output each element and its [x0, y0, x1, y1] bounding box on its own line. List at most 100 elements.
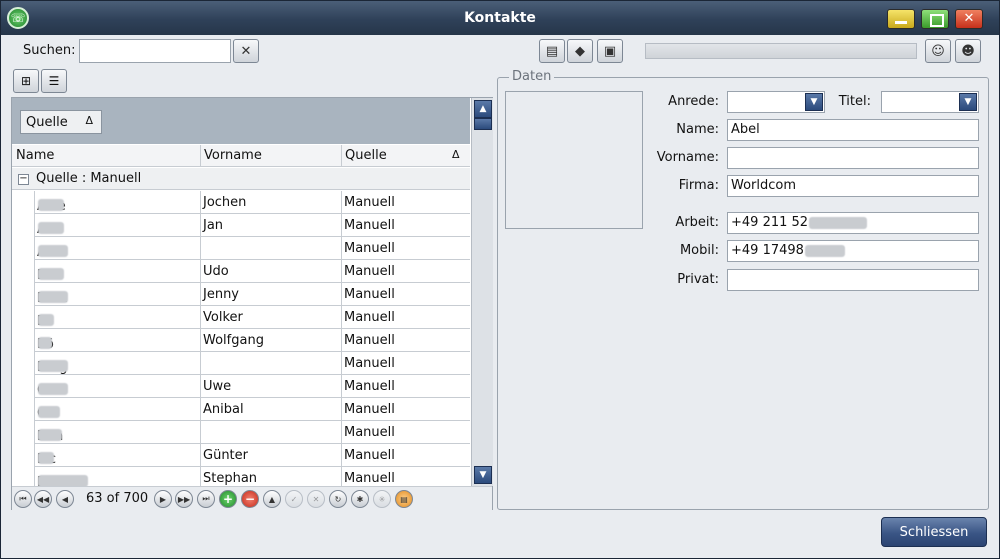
- clear-filter-button[interactable]: ✳: [373, 490, 391, 508]
- cell-quelle: Manuell: [344, 287, 395, 302]
- scroll-thumb[interactable]: [474, 118, 492, 130]
- cell-vorname: Günter: [203, 448, 248, 463]
- arbeit-field[interactable]: +49 211 52: [727, 212, 979, 234]
- add-contact-button[interactable]: ☻: [955, 39, 981, 63]
- phone-icon: ☏: [7, 7, 29, 29]
- table-row[interactable]: BeiUdoManuell: [34, 260, 470, 283]
- prev-record-button[interactable]: ◀: [56, 490, 74, 508]
- table-row[interactable]: BoetJennyManuell: [34, 283, 470, 306]
- table-row[interactable]: CasUweManuell: [34, 375, 470, 398]
- table-row[interactable]: EngelStephanManuell: [34, 467, 470, 486]
- group-chip-label: Quelle: [26, 115, 68, 130]
- table-row[interactable]: BurgManuell: [34, 352, 470, 375]
- prev-page-button[interactable]: ◀◀: [34, 490, 52, 508]
- next-page-button[interactable]: ▶▶: [175, 490, 193, 508]
- anrede-label: Anrede:: [668, 94, 719, 109]
- privat-field[interactable]: [727, 269, 979, 291]
- cell-quelle: Manuell: [344, 448, 395, 463]
- photo-button[interactable]: ▣: [597, 39, 623, 63]
- name-label: Name:: [676, 122, 719, 137]
- last-record-button[interactable]: ⏭: [197, 490, 215, 508]
- group-row[interactable]: − Quelle : Manuell: [12, 168, 470, 190]
- cell-quelle: Manuell: [344, 425, 395, 440]
- table-row[interactable]: AntJanManuell: [34, 214, 470, 237]
- vorname-label: Vorname:: [656, 150, 719, 165]
- eraser-icon: ◆: [575, 43, 585, 59]
- table-row[interactable]: ColAnibalManuell: [34, 398, 470, 421]
- collapse-icon[interactable]: −: [18, 174, 29, 185]
- clear-search-button[interactable]: ✕: [233, 39, 259, 63]
- close-icon: ✕: [240, 43, 252, 59]
- name-field[interactable]: Abel: [727, 119, 979, 141]
- privat-label: Privat:: [677, 272, 719, 287]
- list-icon: ☰: [48, 74, 60, 88]
- grid-header: Name Vorname Quelle Δ: [12, 145, 470, 167]
- vorname-field[interactable]: [727, 147, 979, 169]
- bookmark-button[interactable]: ▤: [395, 490, 413, 508]
- cell-vorname: Jan: [203, 218, 224, 233]
- first-record-button[interactable]: ⏮: [14, 490, 32, 508]
- table-row[interactable]: BoVolkerManuell: [34, 306, 470, 329]
- cell-quelle: Manuell: [344, 218, 395, 233]
- cell-quelle: Manuell: [344, 356, 395, 371]
- tree-icon: ⊞: [20, 74, 32, 88]
- chevron-down-icon[interactable]: ▼: [959, 93, 977, 111]
- firma-field[interactable]: Worldcom: [727, 175, 979, 197]
- cancel-edit-button[interactable]: ✕: [307, 490, 325, 508]
- cell-vorname: Anibal: [203, 402, 244, 417]
- eraser-button[interactable]: ◆: [567, 39, 593, 63]
- cell-vorname: Volker: [203, 310, 243, 325]
- cell-quelle: Manuell: [344, 379, 395, 394]
- cell-vorname: Uwe: [203, 379, 232, 394]
- cell-vorname: Udo: [203, 264, 229, 279]
- column-header-quelle[interactable]: Quelle: [345, 148, 387, 163]
- delete-record-button[interactable]: −: [241, 490, 259, 508]
- tree-view-button[interactable]: ⊞: [13, 69, 39, 93]
- table-row[interactable]: ArtManuell: [34, 237, 470, 260]
- table-row[interactable]: AlbeJochenManuell: [34, 191, 470, 214]
- cell-quelle: Manuell: [344, 333, 395, 348]
- close-button[interactable]: Schliessen: [881, 517, 987, 547]
- sort-asc-icon: Δ: [452, 148, 460, 161]
- user-arrow-icon: ☺: [931, 43, 945, 59]
- import-contact-button[interactable]: ☺: [925, 39, 951, 63]
- list-view-button[interactable]: ☰: [41, 69, 67, 93]
- cell-vorname: Wolfgang: [203, 333, 264, 348]
- search-input[interactable]: [79, 39, 231, 63]
- scroll-down-button[interactable]: ▼: [474, 466, 492, 484]
- column-header-name[interactable]: Name: [16, 148, 54, 163]
- cell-vorname: Stephan: [203, 471, 258, 486]
- contact-card-button[interactable]: ▤: [539, 39, 565, 63]
- record-position: 63 of 700: [86, 491, 149, 506]
- post-edit-button[interactable]: ✓: [285, 490, 303, 508]
- group-by-area[interactable]: Quelle Δ: [12, 98, 470, 144]
- cell-quelle: Manuell: [344, 241, 395, 256]
- titel-select[interactable]: ▼: [881, 91, 979, 113]
- id-card-icon: ▤: [545, 43, 559, 59]
- minimize-button[interactable]: [887, 9, 915, 29]
- firma-label: Firma:: [678, 178, 719, 193]
- contacts-window: ☏ Kontakte ✕ Suchen: ✕ ▤ ◆ ▣ ☺ ☻ ⊞ ☰ Que…: [0, 0, 1000, 559]
- mobil-field[interactable]: +49 17498: [727, 240, 979, 262]
- column-header-vorname[interactable]: Vorname: [204, 148, 262, 163]
- table-row[interactable]: DonManuell: [34, 421, 470, 444]
- cell-vorname: Jenny: [203, 287, 240, 302]
- title-bar[interactable]: ☏ Kontakte ✕: [1, 1, 999, 35]
- group-chip-quelle[interactable]: Quelle Δ: [20, 110, 102, 134]
- scroll-up-button[interactable]: ▲: [474, 100, 492, 118]
- contact-photo[interactable]: [505, 91, 643, 229]
- filter-star-button[interactable]: ✱: [351, 490, 369, 508]
- contacts-grid: Quelle Δ Name Vorname Quelle Δ − Quelle …: [11, 97, 493, 510]
- edit-up-button[interactable]: ▲: [263, 490, 281, 508]
- add-record-button[interactable]: +: [219, 490, 237, 508]
- close-window-button[interactable]: ✕: [955, 9, 983, 29]
- window-title: Kontakte: [464, 10, 536, 26]
- table-row[interactable]: EicGünterManuell: [34, 444, 470, 467]
- cell-vorname: Jochen: [203, 195, 247, 210]
- vertical-scrollbar[interactable]: ▲ ▼: [471, 98, 493, 486]
- cell-quelle: Manuell: [344, 402, 395, 417]
- refresh-button[interactable]: ↻: [329, 490, 347, 508]
- next-record-button[interactable]: ▶: [154, 490, 172, 508]
- maximize-button[interactable]: [921, 9, 949, 29]
- table-row[interactable]: BöWolfgangManuell: [34, 329, 470, 352]
